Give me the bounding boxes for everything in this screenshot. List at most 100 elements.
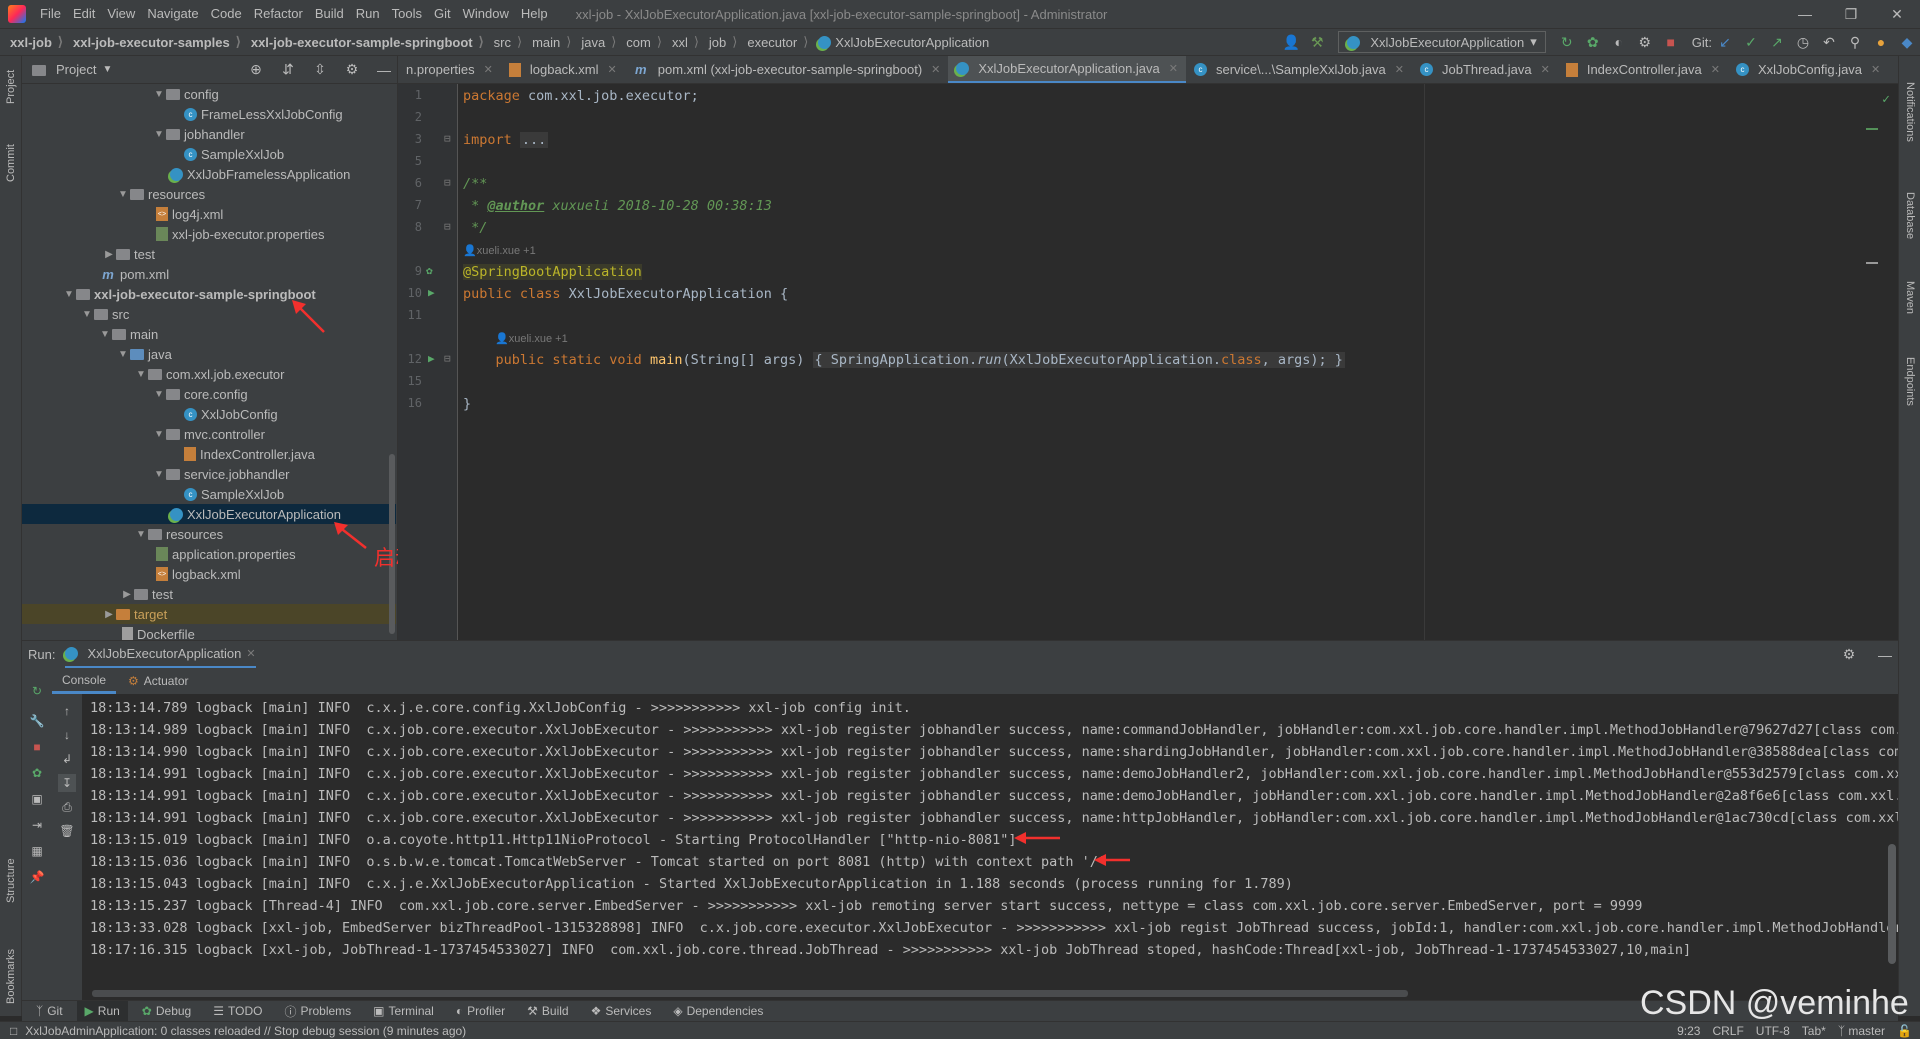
chevron-down-icon[interactable]: ▼ (62, 289, 76, 300)
chevron-down-icon[interactable]: ▼ (152, 129, 166, 140)
rerun-icon[interactable]: ↻ (1554, 29, 1580, 55)
tool-tab-terminal[interactable]: ▣ Terminal (365, 1001, 442, 1022)
run-gutter-icon[interactable]: ▶ (428, 286, 435, 299)
tool-tab-git[interactable]: ᛉ Git (28, 1001, 71, 1022)
soft-wrap-icon[interactable]: ↲ (58, 750, 76, 768)
database-tool-tab[interactable]: Database (1899, 176, 1920, 256)
commit-tool-tab[interactable]: Commit (0, 138, 22, 188)
chevron-right-icon[interactable]: ▶ (120, 589, 134, 600)
tool-tab-problems[interactable]: ⓘ Problems (276, 1001, 359, 1022)
project-panel-title[interactable]: Project (56, 62, 96, 77)
collapse-all-icon[interactable]: ⇳ (307, 57, 333, 83)
chevron-down-icon[interactable]: ▼ (134, 369, 148, 380)
line-separator[interactable]: CRLF (1712, 1024, 1743, 1038)
menu-build[interactable]: Build (309, 0, 350, 28)
tree-item-logback[interactable]: <> logback.xml (22, 564, 396, 584)
chevron-down-icon[interactable]: ▼ (152, 429, 166, 440)
tree-item-mvc-controller[interactable]: ▼ mvc.controller (22, 424, 396, 444)
tree-item-core-config[interactable]: ▼ core.config (22, 384, 396, 404)
console-output[interactable]: 18:13:14.789 logback [main] INFO c.x.j.e… (82, 694, 1898, 1000)
breadcrumb-com[interactable]: com ⟩ (616, 34, 662, 50)
breadcrumb-job[interactable]: job ⟩ (699, 34, 737, 50)
tree-item-config[interactable]: ▼ config (22, 84, 396, 104)
close-icon[interactable]: ✕ (1711, 63, 1720, 76)
tab-actuator[interactable]: ⚙ Actuator (118, 668, 198, 694)
tree-item-dockerfile[interactable]: Dockerfile (22, 624, 396, 640)
git-push-icon[interactable]: ↗ (1764, 29, 1790, 55)
chevron-down-icon[interactable]: ▼ (116, 349, 130, 360)
build-hammer-icon[interactable]: ⚒ (1304, 29, 1330, 55)
breadcrumb-project[interactable]: xxl-job ⟩ (0, 34, 63, 50)
hide-panel-icon[interactable]: — (371, 57, 397, 83)
exit-icon[interactable]: ⇥ (28, 816, 46, 834)
close-icon[interactable]: ✕ (1395, 63, 1404, 76)
status-message[interactable]: XxlJobAdminApplication: 0 classes reload… (25, 1024, 466, 1038)
camera-icon[interactable]: ▣ (28, 790, 46, 808)
folded-imports[interactable]: ... (519, 132, 549, 148)
tab-indexcontroller[interactable]: IndexController.java ✕ (1558, 56, 1728, 83)
layout-icon[interactable]: ▦ (28, 842, 46, 860)
tab-list-chevron-icon[interactable]: ⌄ (1888, 56, 1898, 83)
git-update-icon[interactable]: ↙ (1712, 29, 1738, 55)
tab-xxljobexecutorapplication[interactable]: XxlJobExecutorApplication.java ✕ (948, 56, 1186, 83)
tree-item-target[interactable]: ▶ target (22, 604, 396, 624)
chevron-down-icon[interactable]: ▼ (152, 389, 166, 400)
author-inlay[interactable]: 👤xueli.xue +1 (463, 244, 536, 257)
git-branch[interactable]: ᛉ master (1838, 1024, 1885, 1038)
breadcrumb-samples[interactable]: xxl-job-executor-samples ⟩ (63, 34, 241, 50)
tree-item-xxljobconfig[interactable]: c XxlJobConfig (22, 404, 396, 424)
chevron-right-icon[interactable]: ▶ (102, 609, 116, 620)
lock-icon[interactable]: 🔓 (1897, 1024, 1912, 1038)
tool-tab-debug[interactable]: ✿ Debug (134, 1001, 199, 1022)
profile-icon[interactable]: ⚙ (1632, 29, 1658, 55)
settings-gear-icon[interactable]: ⚙ (1836, 642, 1862, 668)
coverage-icon[interactable]: ◐ (1606, 29, 1632, 55)
tree-item-samplexxljob-2[interactable]: c SampleXxlJob (22, 484, 396, 504)
breadcrumb-src[interactable]: src ⟩ (484, 34, 522, 50)
menu-run[interactable]: Run (350, 0, 386, 28)
fold-icon[interactable]: ⊟ (444, 220, 451, 233)
chevron-down-icon[interactable]: ▼ (80, 309, 94, 320)
menu-tools[interactable]: Tools (386, 0, 428, 28)
updates-icon[interactable]: ● (1868, 29, 1894, 55)
tree-item-framelessxxljobconfig[interactable]: c FrameLessXxlJobConfig (22, 104, 396, 124)
debug-icon[interactable]: ✿ (28, 764, 46, 782)
tree-item-log4j[interactable]: <> log4j.xml (22, 204, 396, 224)
chevron-down-icon[interactable]: ▼ (134, 529, 148, 540)
tree-item-test[interactable]: ▶ test (22, 244, 396, 264)
close-icon[interactable]: ✕ (931, 63, 940, 76)
expand-all-icon[interactable]: ⇵ (275, 57, 301, 83)
scroll-to-end-icon[interactable]: ↧ (58, 774, 76, 792)
arrow-down-icon[interactable]: ↓ (58, 726, 76, 744)
print-icon[interactable]: ⎙ (58, 798, 76, 816)
jetbrains-icon[interactable]: ◆ (1894, 29, 1920, 55)
stop-icon[interactable]: ■ (28, 738, 46, 756)
author-inlay[interactable]: 👤xueli.xue +1 (495, 332, 568, 345)
tool-tab-dependencies[interactable]: ◈ Dependencies (665, 1001, 771, 1022)
project-tool-tab[interactable]: Project (0, 62, 22, 112)
tree-item-java[interactable]: ▼ java (22, 344, 396, 364)
tree-item-package-executor[interactable]: ▼ com.xxl.job.executor (22, 364, 396, 384)
chevron-down-icon[interactable]: ▼ (152, 89, 166, 100)
tool-tab-build[interactable]: ⚒ Build (519, 1001, 576, 1022)
tree-item-samplexxljob[interactable]: c SampleXxlJob (22, 144, 396, 164)
tab-console[interactable]: Console (52, 668, 117, 694)
tab-pom[interactable]: m pom.xml (xxl-job-executor-sample-spring… (625, 56, 949, 83)
locate-icon[interactable]: ⊕ (243, 57, 269, 83)
chevron-down-icon[interactable]: ▼ (116, 189, 130, 200)
git-commit-icon[interactable]: ✓ (1738, 29, 1764, 55)
console-hscrollbar[interactable] (92, 990, 1408, 997)
rollback-icon[interactable]: ↶ (1816, 29, 1842, 55)
search-icon[interactable]: ⚲ (1842, 29, 1868, 55)
close-window-icon[interactable]: ✕ (1874, 0, 1920, 28)
run-tab[interactable]: XxlJobExecutorApplication ✕ (65, 642, 256, 668)
caret-position[interactable]: 9:23 (1677, 1024, 1700, 1038)
tree-item-indexcontroller[interactable]: IndexController.java (22, 444, 396, 464)
tool-tab-services[interactable]: ❖ Services (583, 1001, 660, 1022)
menu-file[interactable]: File (34, 0, 67, 28)
tree-item-xxljobframelessapplication[interactable]: XxlJobFramelessApplication (22, 164, 396, 184)
breadcrumb-class[interactable]: XxlJobExecutorApplication (808, 35, 989, 50)
tree-item-main[interactable]: ▼ main (22, 324, 396, 344)
menu-edit[interactable]: Edit (67, 0, 101, 28)
rerun-icon[interactable]: ↻ (28, 682, 46, 700)
